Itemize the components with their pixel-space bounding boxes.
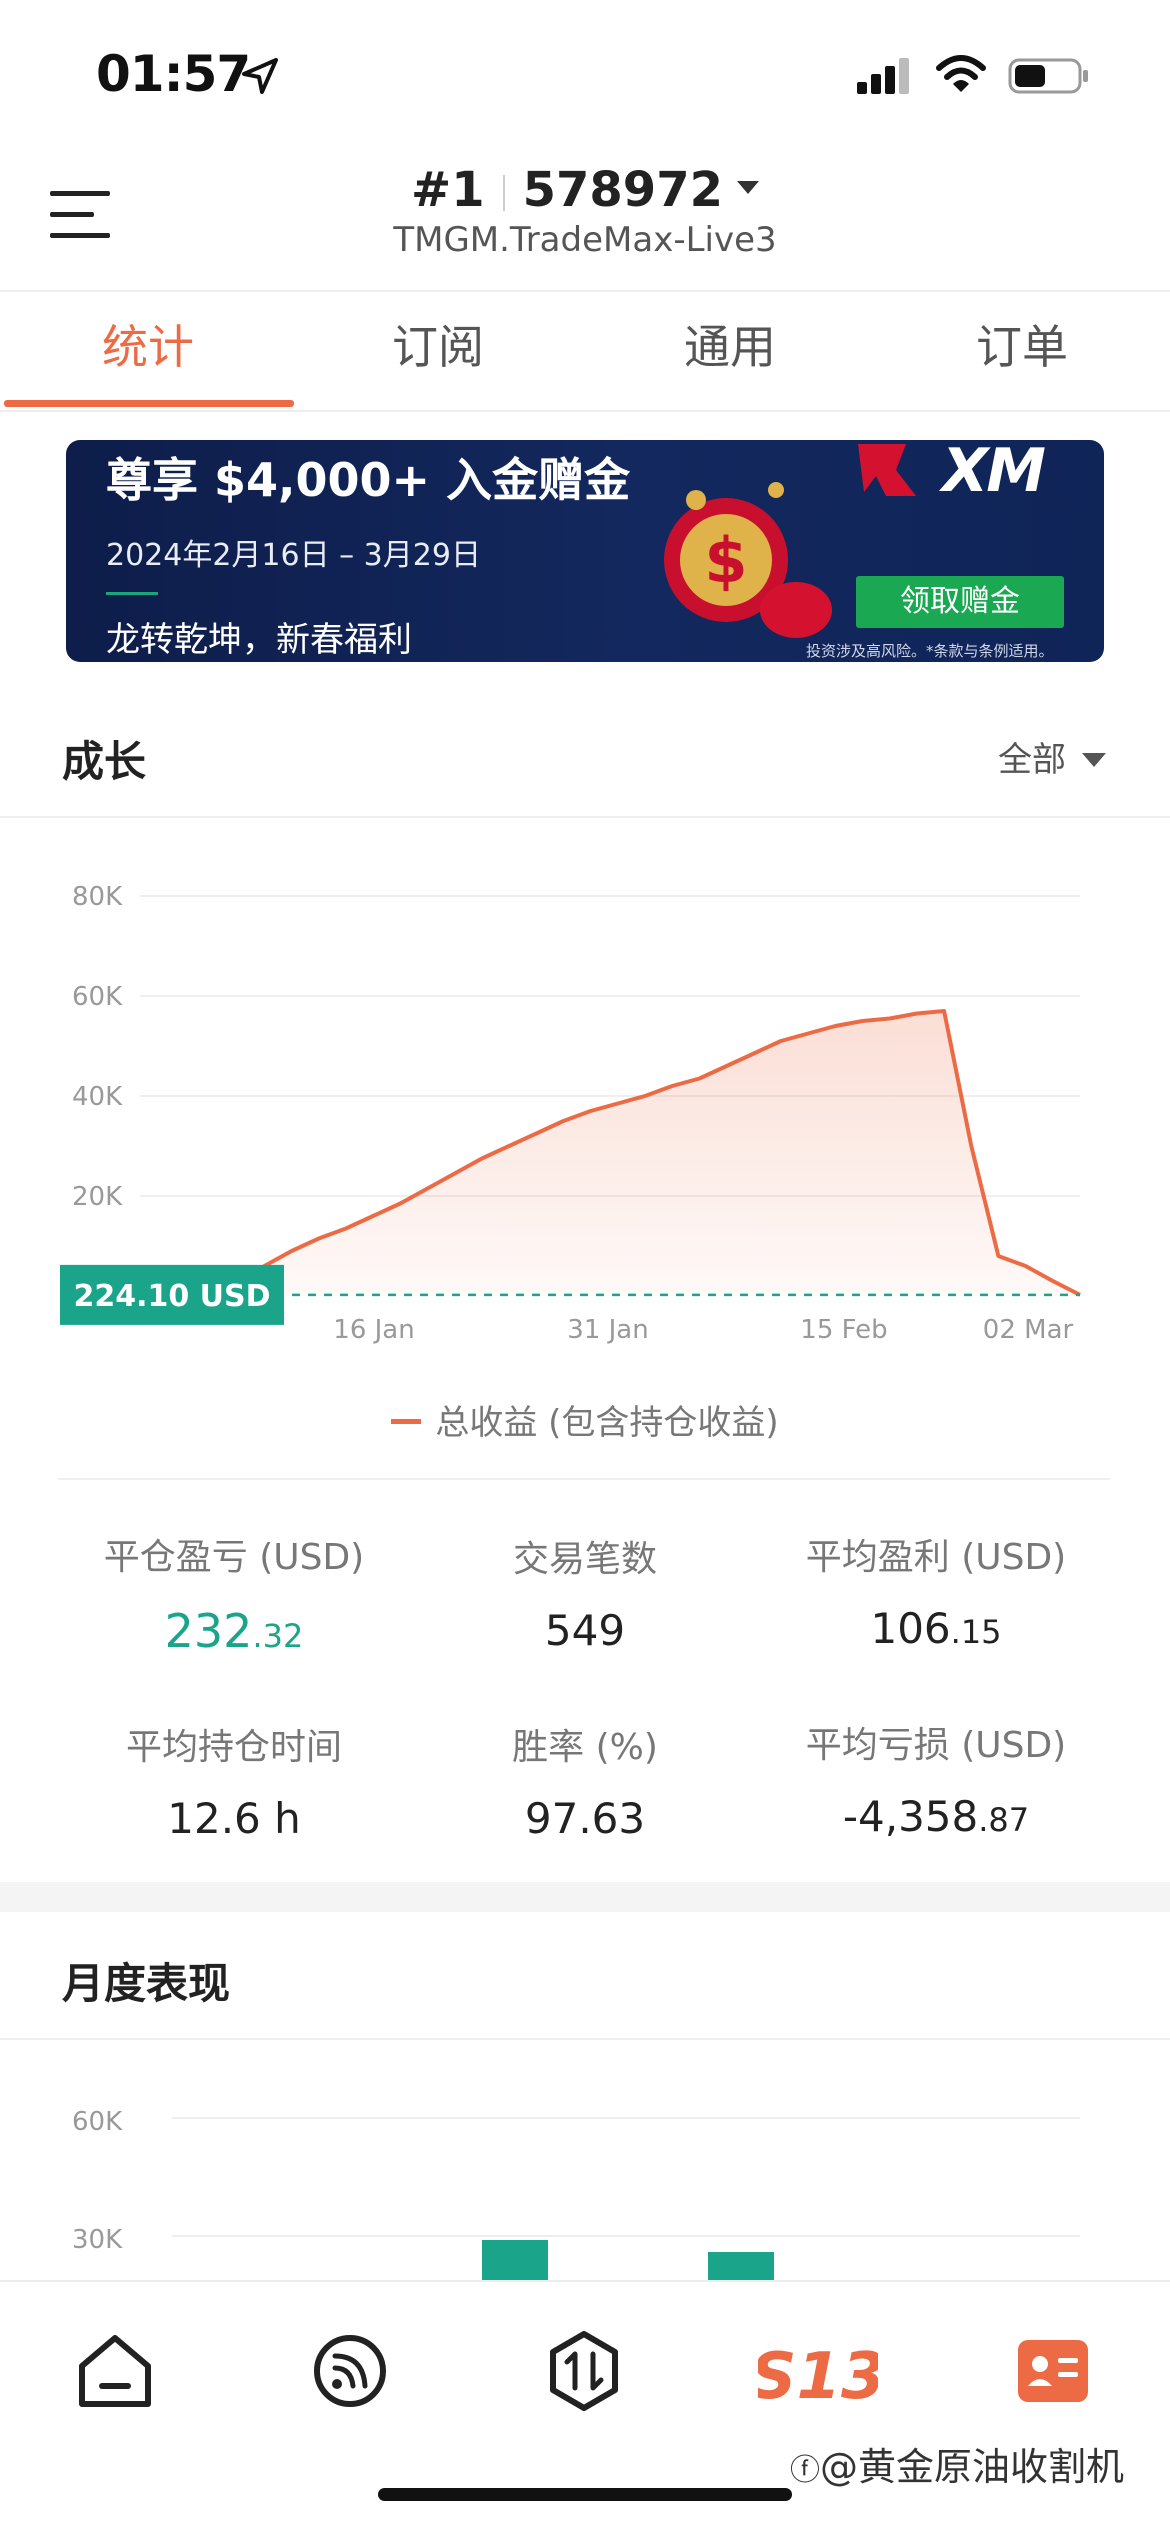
x-tick-label: 15 Feb — [800, 1315, 887, 1345]
tab-subscribe[interactable]: 订阅 — [292, 292, 584, 410]
stat-label: 平均亏损 (USD) — [805, 1725, 1067, 1766]
account-header: #1 578972 TMGM.TradeMax-Live3 — [0, 150, 1170, 290]
stat-avg-profit: 平均盈利 (USD) 106.15 — [746, 1528, 1126, 1653]
stat-value: 232.32 — [164, 1604, 304, 1658]
stat-label: 平均持仓时间 — [125, 1727, 342, 1768]
stat-avg-hold-time: 平均持仓时间 12.6 h — [44, 1718, 424, 1843]
growth-title: 成长 — [62, 737, 147, 786]
stat-value: 12.6 h — [167, 1794, 301, 1843]
x-tick-label: 31 Jan — [567, 1315, 648, 1345]
range-dropdown[interactable]: 全部 — [998, 732, 1106, 781]
series-area — [210, 1011, 1080, 1296]
s13-logo-icon[interactable]: S13 — [758, 2328, 878, 2414]
account-number: 578972 — [522, 162, 723, 218]
legend-label: 总收益 (包含持仓收益) — [435, 1403, 779, 1443]
cellular-signal-icon — [857, 58, 909, 94]
home-indicator[interactable] — [378, 2488, 792, 2501]
banner-date-range: 2024年2月16日 – 3月29日 — [106, 538, 481, 573]
svg-text:S13: S13 — [758, 2340, 878, 2414]
tab-bar: 统计 订阅 通用 订单 — [0, 292, 1170, 410]
brand-logo: XM — [942, 440, 1046, 506]
status-time: 01:57 — [96, 45, 251, 103]
battery-icon — [1008, 58, 1088, 94]
stat-closed-pnl: 平仓盈亏 (USD) 232.32 — [44, 1528, 424, 1658]
stat-value: 549 — [544, 1606, 626, 1655]
stat-avg-loss: 平均亏损 (USD) -4,358.87 — [746, 1716, 1126, 1841]
promo-banner[interactable]: 尊享 $4,000+ 入金赠金 2024年2月16日 – 3月29日 龙转乾坤，… — [66, 440, 1104, 662]
watermark: ⓕ@黄金原油收割机 — [790, 2445, 1125, 2489]
y-tick-label: 40K — [72, 1082, 123, 1112]
legend-swatch — [391, 1419, 422, 1424]
account-selector[interactable]: #1 578972 — [0, 162, 1170, 218]
profile-card-icon[interactable] — [1010, 2328, 1096, 2414]
x-tick-label: 16 Jan — [333, 1315, 414, 1345]
stat-win-rate: 胜率 (%) 97.63 — [395, 1718, 775, 1843]
trade-icon[interactable] — [541, 2328, 627, 2414]
tab-statistics[interactable]: 统计 — [2, 292, 294, 410]
stat-value: 97.63 — [524, 1794, 646, 1843]
chevron-down-icon — [1082, 753, 1106, 767]
stat-value: 106.15 — [870, 1604, 1002, 1653]
svg-text:$: $ — [704, 524, 747, 597]
stat-trade-count: 交易笔数 549 — [395, 1530, 775, 1655]
section-separator — [0, 1882, 1170, 1912]
tab-orders[interactable]: 订单 — [876, 292, 1168, 410]
tabs-divider — [0, 410, 1170, 412]
stat-label: 交易笔数 — [512, 1539, 657, 1580]
banner-title: 尊享 $4,000+ 入金赠金 — [106, 453, 631, 507]
banner-subtitle: 龙转乾坤，新春福利 — [106, 620, 412, 660]
claim-bonus-button[interactable]: 领取赠金 — [856, 576, 1064, 628]
y-tick-label: 30K — [72, 2225, 123, 2255]
stat-label: 胜率 (%) — [512, 1727, 658, 1768]
chevron-down-icon — [737, 180, 759, 194]
y-tick-label: 60K — [72, 982, 123, 1012]
monthly-bar — [708, 2252, 774, 2280]
growth-chart: 80K 60K 40K 20K 224.10 USD 16 Jan 31 Jan 15 Feb… — [60, 882, 1081, 1345]
active-tab-indicator — [4, 400, 294, 407]
y-tick-label: 60K — [72, 2107, 123, 2137]
signal-feed-icon[interactable] — [307, 2328, 393, 2414]
monthly-chart: 60K 30K — [72, 2107, 1080, 2280]
range-label: 全部 — [998, 740, 1066, 780]
monthly-bar — [482, 2240, 548, 2280]
monthly-title: 月度表现 — [62, 1959, 231, 2008]
x-tick-label: 02 Mar — [983, 1315, 1074, 1345]
current-value-label: 224.10 USD — [73, 1279, 270, 1314]
account-index: #1 — [410, 162, 485, 218]
y-tick-label: 80K — [72, 882, 123, 912]
monthly-divider — [0, 2038, 1170, 2040]
y-tick-label: 20K — [72, 1182, 123, 1212]
wifi-icon — [936, 55, 986, 92]
banner-disclaimer: 投资涉及高风险。*条款与条例适用。 — [806, 642, 1054, 660]
location-arrow-icon — [242, 58, 278, 94]
growth-divider — [0, 816, 1170, 818]
stat-label: 平仓盈亏 (USD) — [103, 1537, 365, 1578]
stat-label: 平均盈利 (USD) — [805, 1537, 1067, 1578]
chart-legend: 总收益 (包含持仓收益) — [0, 1395, 1170, 1444]
status-bar: 01:57 — [0, 0, 1170, 150]
server-name: TMGM.TradeMax-Live3 — [393, 220, 777, 260]
tab-general[interactable]: 通用 — [584, 292, 876, 410]
banner-rule — [106, 592, 158, 595]
home-icon[interactable] — [72, 2328, 158, 2414]
legend-divider — [58, 1478, 1110, 1480]
stat-value: -4,358.87 — [842, 1792, 1030, 1841]
